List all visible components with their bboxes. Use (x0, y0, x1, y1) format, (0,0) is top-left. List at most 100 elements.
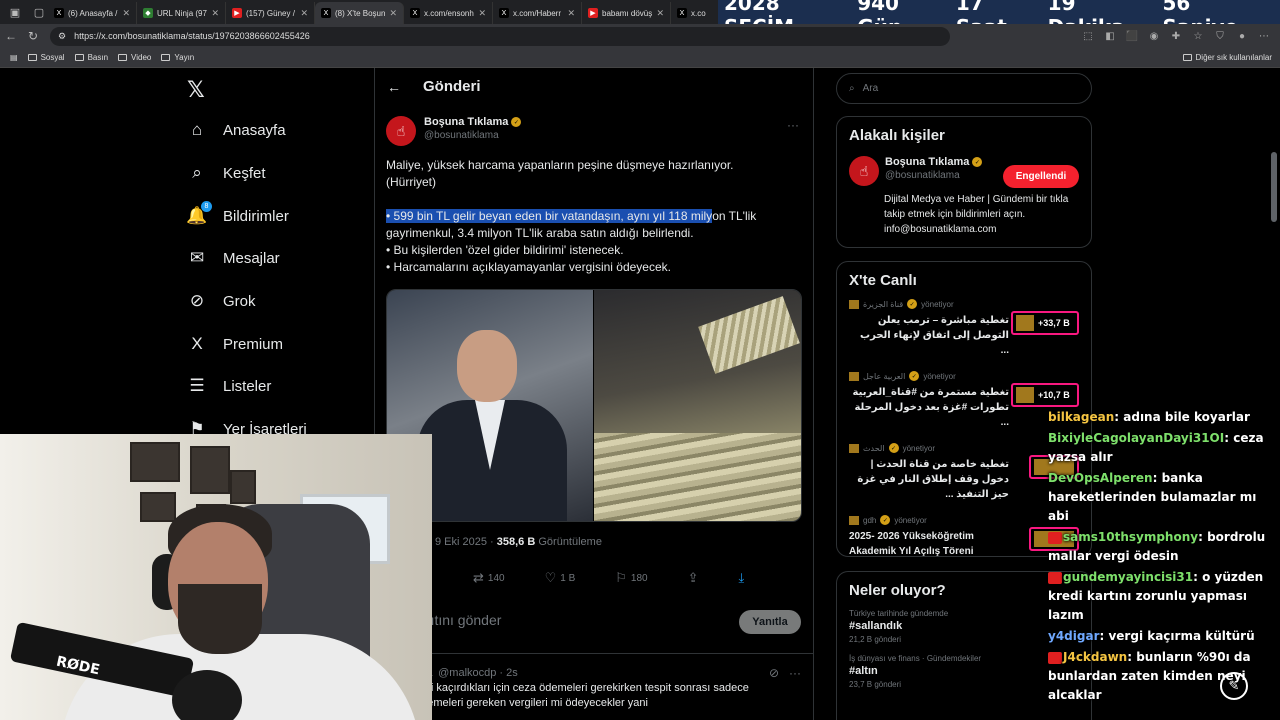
back-nav-icon[interactable]: ← (0, 29, 22, 43)
live-title: تغطية خاصة من قناة الحدث | دخول وقف إطلا… (857, 459, 1009, 500)
post-text: Maliye, yüksek harcama yapanların peşine… (386, 157, 786, 276)
bookmarks-menu-icon[interactable]: ▤ (10, 53, 18, 62)
person-name: Boşuna Tıklama (885, 156, 970, 168)
close-tab-icon[interactable]: ✕ (122, 8, 130, 19)
browser-tab[interactable]: ▶ babamı dövüş ✕ (582, 2, 671, 24)
nav-item-x-premium[interactable]: X Premium (187, 334, 283, 354)
browser-tab[interactable]: ▶ (157) Güney / ✕ (226, 2, 315, 24)
chat-message: y4digar: vergi kaçırma kültürü (1048, 629, 1255, 643)
close-tab-icon[interactable]: ✕ (211, 8, 219, 19)
bookmark-folder-yayin[interactable]: Yayın (161, 53, 194, 62)
post-author[interactable]: ☝ Boşuna Tıklama ✓ @bosunatiklama (386, 116, 522, 146)
more-options-icon[interactable]: ··· (787, 118, 799, 132)
chat-message: sams10thsymphony: bordrolu mallar vergi … (1048, 530, 1266, 563)
nav-item-home[interactable]: ⌂ Anasayfa (187, 120, 286, 140)
tab-actions-icon[interactable]: ▢ (30, 3, 48, 21)
download-button[interactable]: ⤓ (739, 570, 745, 586)
other-bookmarks[interactable]: Diğer sık kullanılanlar (1182, 53, 1272, 62)
site-info-icon[interactable]: ⚙ (58, 31, 66, 42)
nav-item-list[interactable]: ☰ Listeler (187, 376, 271, 396)
browser-tab[interactable]: Xx.com/Haberr ✕ (493, 2, 582, 24)
profile-avatar[interactable]: ● (1236, 30, 1248, 42)
like-button[interactable]: ♡ 1 B (545, 570, 576, 586)
nav-item-bell[interactable]: 🔔 8 Bildirimler (186, 201, 289, 226)
nav-item-search[interactable]: ⌕ Keşfet (187, 163, 265, 183)
live-listener-pill[interactable]: +33,7 B (1011, 311, 1079, 335)
live-broadcast-item[interactable]: gdh ✓ yönetiyor 2025- 2026 Yükseköğretim Ak… (849, 515, 1079, 577)
search-icon: ⌕ (849, 83, 855, 94)
author-handle: @bosunatiklama (424, 130, 499, 141)
youtube-icon (1048, 571, 1062, 584)
menu-icon[interactable]: ⋯ (1258, 30, 1270, 42)
avatar[interactable]: ☝ (386, 116, 416, 146)
tab-title: (157) Güney / (246, 8, 295, 18)
reload-icon[interactable]: ↻ (22, 29, 44, 43)
bookmark-folder-basin[interactable]: Basın (74, 53, 108, 62)
close-tab-icon[interactable]: ✕ (478, 8, 486, 19)
media-photo-money[interactable] (594, 290, 801, 521)
browser-tab[interactable]: Xx.com/ensonh ✕ (404, 2, 493, 24)
favorites-icon[interactable]: ☆ (1192, 30, 1204, 42)
live-broadcast-item[interactable]: العربية عاجل ✓ yönetiyor تغطية مستمرة من #ق… (849, 371, 1079, 433)
live-listener-pill[interactable]: +10,7 B (1011, 383, 1079, 407)
shield-icon[interactable]: ⛉ (1214, 30, 1226, 42)
x-favicon-icon: X (321, 8, 331, 18)
home-icon: ⌂ (191, 120, 203, 139)
browser-tab[interactable]: X (6) Anasayfa / ✕ (48, 2, 137, 24)
scrollbar[interactable] (1271, 152, 1277, 222)
list-icon: ☰ (189, 376, 205, 395)
url-field[interactable]: ⚙ https://x.com/bosunatiklama/status/197… (50, 26, 950, 46)
reply-button[interactable]: Yanıtla (739, 610, 801, 634)
blocked-button[interactable]: Engellendi (1003, 165, 1079, 188)
nav-label: Bildirimler (223, 207, 289, 225)
grok-icon[interactable]: ⊘ (769, 666, 779, 680)
bookmark-button[interactable]: ⚐ 180 (615, 570, 647, 586)
extension-icon[interactable]: ✚ (1170, 30, 1182, 42)
folder-icon (118, 54, 128, 61)
more-options-icon[interactable]: ··· (789, 666, 801, 680)
nav-label: Grok (223, 292, 256, 310)
close-tab-icon[interactable]: ✕ (656, 8, 664, 19)
workspace-icon[interactable]: ▣ (6, 3, 24, 21)
source-logo-icon (849, 299, 859, 309)
browser-tab[interactable]: X (8) X'te Boşun ✕ (315, 2, 404, 24)
avatar[interactable]: ☝ (849, 156, 879, 186)
extension-icon[interactable]: ⬛ (1126, 30, 1138, 42)
tab-title: x.com/Haberr (513, 8, 562, 18)
nav-label: Mesajlar (223, 249, 280, 267)
nav-label: Premium (223, 335, 284, 353)
reply-handle: @malkocdp · 2s (438, 667, 518, 679)
nav-label: Listeler (223, 377, 272, 395)
extension-icon[interactable]: ◉ (1148, 30, 1160, 42)
close-tab-icon[interactable]: ✕ (389, 8, 397, 19)
share-button[interactable]: ⇪ (688, 570, 699, 586)
live-thumbnail (1016, 315, 1034, 331)
chat-message: bilkagean: adına bile koyarlar (1048, 410, 1250, 424)
x-logo-icon[interactable]: 𝕏 (187, 78, 205, 103)
author-name: Boşuna Tıklama (424, 116, 509, 128)
live-broadcast-item[interactable]: الحدث ✓ yönetiyor تغطية خاصة من قناة الحدث … (849, 443, 1079, 505)
search-input[interactable]: ⌕ Ara (836, 73, 1092, 104)
nav-item-grok[interactable]: ⊘ Grok (187, 291, 256, 311)
reply-post[interactable]: rda@malkocdp · 2s ergi kaçırdıkları için… (415, 666, 775, 711)
close-tab-icon[interactable]: ✕ (300, 8, 308, 19)
source-logo-icon (849, 371, 859, 381)
extension-icon[interactable]: ⬚ (1082, 30, 1094, 42)
x-favicon-icon: X (410, 8, 420, 18)
live-broadcast-item[interactable]: قناة الجزيرة ✓ yönetiyor تغطية مباشرة – ترم… (849, 299, 1079, 361)
post-date: 9 Eki 2025 · (435, 536, 494, 548)
chat-text: vergi kaçırma kültürü (1108, 629, 1255, 643)
x-favicon-icon: X (54, 8, 64, 18)
browser-tab[interactable]: ◆ URL Ninja (97 ✕ (137, 2, 226, 24)
back-arrow-icon[interactable]: ← (387, 79, 401, 95)
extension-icon[interactable]: ◧ (1104, 30, 1116, 42)
stream-logo-icon: ✎ (1220, 672, 1248, 700)
bookmark-folder-video[interactable]: Video (118, 53, 151, 62)
repost-button[interactable]: ⇄ 140 (473, 570, 505, 586)
divider (375, 653, 813, 654)
bookmark-folder-sosyal[interactable]: Sosyal (27, 53, 65, 62)
nav-item-mail[interactable]: ✉ Mesajlar (187, 248, 280, 268)
post-media[interactable] (386, 289, 802, 522)
youtube-icon (1048, 531, 1062, 544)
close-tab-icon[interactable]: ✕ (567, 8, 575, 19)
